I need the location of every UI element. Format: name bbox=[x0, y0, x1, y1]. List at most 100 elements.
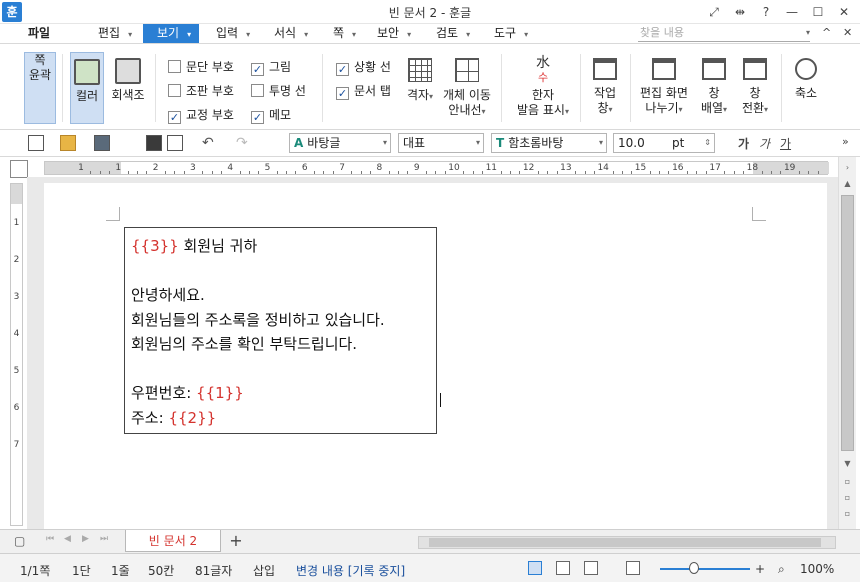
hanja-label-2: 발음 표시▾ bbox=[517, 103, 569, 117]
search-input[interactable]: 찾을 내용 ▾ bbox=[638, 26, 810, 42]
split-arrows-icon[interactable]: ⇹ bbox=[730, 3, 750, 21]
close-doc-icon[interactable]: ✕ bbox=[843, 26, 852, 39]
font-select[interactable]: T 함초롬바탕 ▾ bbox=[491, 133, 607, 153]
undo-icon[interactable]: ↶ bbox=[202, 135, 218, 151]
first-tab-icon[interactable]: ⏮ bbox=[46, 534, 54, 544]
tab-document[interactable]: 빈 문서 2 bbox=[125, 530, 221, 552]
font-size-input[interactable]: 10.0 pt ⇕ bbox=[613, 133, 715, 153]
ruler-number: 9 bbox=[413, 163, 420, 173]
save-icon[interactable] bbox=[94, 135, 110, 151]
scroll-down-icon[interactable]: ▼ bbox=[841, 457, 854, 470]
split-view-button[interactable]: 편집 화면 나누기▾ bbox=[636, 52, 692, 124]
menu-insert[interactable]: 입력 ▾ bbox=[212, 24, 254, 43]
text-line: {{3}} 회원님 귀하 bbox=[131, 234, 436, 259]
arrange-windows-button[interactable]: 창 배열▾ bbox=[697, 52, 731, 124]
print-icon[interactable] bbox=[146, 135, 162, 151]
scrollbar-thumb[interactable] bbox=[841, 195, 854, 451]
checkbox-icon bbox=[168, 84, 181, 97]
checkbox-memo[interactable]: ✓ 메모 bbox=[251, 106, 291, 124]
horizontal-ruler[interactable]: 1 1 2 3 4 5 6 7 8 9 10 11 12 13 14 15 16 17 18 19 bbox=[44, 161, 829, 175]
next-page-icon[interactable]: ▫ bbox=[841, 507, 854, 520]
page-outline-button[interactable]: 쪽 윤곽 bbox=[24, 52, 95, 268]
switch-window-button[interactable]: 창 전환▾ bbox=[737, 52, 773, 124]
fullscreen-icon[interactable]: ⤢ bbox=[704, 3, 724, 21]
menu-page[interactable]: 쪽 ▾ bbox=[329, 24, 360, 43]
status-insert-mode[interactable]: 삽입 bbox=[253, 562, 275, 579]
menu-review[interactable]: 검토 ▾ bbox=[432, 24, 474, 43]
collapse-ribbon-icon[interactable]: ^ bbox=[822, 26, 831, 39]
help-icon[interactable]: ? bbox=[756, 3, 776, 21]
close-button[interactable]: ✕ bbox=[834, 3, 854, 21]
language-select[interactable]: 대표 ▾ bbox=[398, 133, 484, 153]
italic-button[interactable]: 가 bbox=[759, 135, 770, 152]
last-tab-icon[interactable]: ⏭ bbox=[100, 534, 108, 544]
ruler-tick bbox=[799, 171, 801, 174]
search-placeholder: 찾을 내용 bbox=[640, 26, 684, 39]
task-pane-button[interactable]: 작업 창▾ bbox=[588, 52, 622, 124]
vertical-scrollbar[interactable]: › ▲ ▼ ▫ ▫ ▫ bbox=[838, 157, 856, 529]
menu-review-label: 검토 bbox=[436, 26, 459, 40]
menu-file[interactable]: 파일 bbox=[24, 24, 54, 43]
open-folder-icon[interactable] bbox=[60, 135, 76, 151]
checkbox-paragraph-marks[interactable]: 문단 부호 bbox=[168, 58, 234, 76]
scrollbar-thumb[interactable] bbox=[429, 538, 821, 547]
checkbox-status-line[interactable]: ✓ 상황 선 bbox=[336, 58, 391, 76]
style-select[interactable]: A 바탕글 ▾ bbox=[289, 133, 391, 153]
checkbox-proofing-marks[interactable]: ✓ 교정 부호 bbox=[168, 106, 234, 124]
checkbox-layout-marks[interactable]: 조판 부호 bbox=[168, 82, 234, 100]
scroll-up-icon[interactable]: ▲ bbox=[841, 177, 854, 190]
ruler-tick bbox=[295, 171, 297, 174]
bold-button[interactable]: 가 bbox=[738, 135, 749, 152]
menu-format[interactable]: 서식 ▾ bbox=[270, 24, 312, 43]
color-mode-button[interactable]: 컬러 bbox=[70, 52, 104, 124]
checkbox-doc-tabs[interactable]: ✓ 문서 탭 bbox=[336, 82, 391, 100]
minimize-button[interactable]: — bbox=[782, 3, 802, 21]
tab-list-icon[interactable]: ▢ bbox=[14, 534, 25, 548]
chevron-down-icon: ▾ bbox=[407, 30, 412, 39]
grayscale-button[interactable]: 회색조 bbox=[108, 52, 148, 124]
full-page-icon[interactable] bbox=[584, 561, 598, 575]
letter-text-box[interactable]: {{3}} 회원님 귀하 안녕하세요. 회원님들의 주소록을 정비하고 있습니다… bbox=[124, 227, 437, 434]
vertical-ruler[interactable]: 1 2 3 4 5 6 7 bbox=[10, 183, 23, 526]
status-bar: 1/1쪽 1단 1줄 50칸 81글자 삽입 변경 내용 [기록 중지] + ⌕… bbox=[0, 553, 860, 582]
zoom-out-button[interactable]: 축소 bbox=[788, 52, 824, 124]
zoom-slider-knob[interactable] bbox=[689, 562, 699, 574]
zoom-in-small-icon[interactable]: + bbox=[755, 562, 765, 576]
prev-tab-icon[interactable]: ◀ bbox=[64, 534, 71, 544]
arrange-label-2: 배열▾ bbox=[700, 101, 728, 115]
redo-icon[interactable]: ↷ bbox=[236, 135, 252, 151]
print-preview-icon[interactable] bbox=[167, 135, 183, 151]
chevron-down-icon: ▾ bbox=[246, 30, 251, 39]
chevron-right-icon[interactable]: › bbox=[841, 161, 854, 174]
object-move-guide-button[interactable]: 개체 이동 안내선▾ bbox=[440, 52, 494, 124]
new-document-icon[interactable] bbox=[28, 135, 44, 151]
more-tools-icon[interactable]: » bbox=[842, 135, 849, 148]
page-view-icon[interactable] bbox=[528, 561, 542, 575]
zoom-percent[interactable]: 100% bbox=[800, 562, 834, 576]
grid-button[interactable]: 격자▾ bbox=[402, 52, 438, 124]
menu-security[interactable]: 보안 ▾ bbox=[373, 24, 415, 43]
next-tab-icon[interactable]: ▶ bbox=[82, 534, 89, 544]
fit-width-icon[interactable] bbox=[556, 561, 570, 575]
checkbox-picture[interactable]: ✓ 그림 bbox=[251, 58, 291, 76]
ruler-toggle-button[interactable] bbox=[10, 160, 28, 178]
chevron-down-icon: ▾ bbox=[187, 30, 192, 39]
chevron-down-icon[interactable]: ▾ bbox=[806, 26, 810, 40]
menu-tools[interactable]: 도구 ▾ bbox=[490, 24, 532, 43]
prev-page-icon[interactable]: ▫ bbox=[841, 475, 854, 488]
style-icon: A bbox=[294, 136, 304, 150]
hanja-pronunciation-button[interactable]: 水수 한자 발음 표시▾ bbox=[514, 52, 572, 124]
menu-edit[interactable]: 편집 ▾ bbox=[94, 24, 136, 43]
page-icon[interactable]: ▫ bbox=[841, 491, 854, 504]
zoom-out-small-icon[interactable] bbox=[626, 561, 640, 575]
zoom-magnifier-icon[interactable]: ⌕ bbox=[778, 562, 785, 577]
underline-button[interactable]: 가 bbox=[780, 135, 791, 152]
maximize-button[interactable]: ☐ bbox=[808, 3, 828, 21]
add-tab-button[interactable]: + bbox=[226, 532, 246, 550]
document-tab-bar: ▢ ⏮ ◀ ▶ ⏭ 빈 문서 2 + bbox=[0, 529, 860, 553]
menu-view[interactable]: 보기 ▾ bbox=[143, 24, 199, 43]
horizontal-scrollbar[interactable] bbox=[418, 536, 836, 549]
status-track-changes[interactable]: 변경 내용 [기록 중지] bbox=[296, 562, 405, 579]
checkbox-transparent-lines[interactable]: 투명 선 bbox=[251, 82, 306, 100]
zoom-slider[interactable] bbox=[660, 568, 750, 570]
